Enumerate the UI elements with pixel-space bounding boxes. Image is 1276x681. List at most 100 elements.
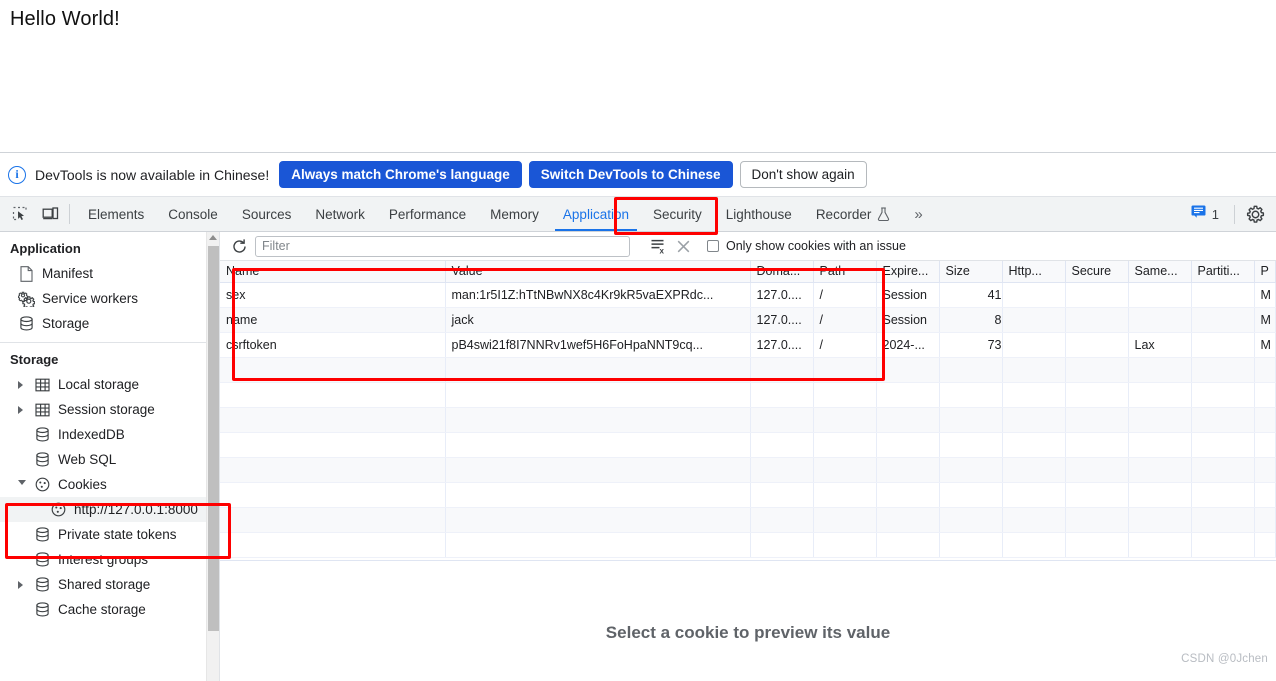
only-show-issues-label: Only show cookies with an issue bbox=[726, 239, 906, 253]
table-row[interactable]: name jack 127.0.... / Session 8 M bbox=[220, 307, 1275, 332]
issues-count: 1 bbox=[1212, 207, 1219, 222]
tab-recorder[interactable]: Recorder bbox=[804, 197, 903, 231]
sidebar-item-service-workers[interactable]: Service workers bbox=[0, 286, 219, 311]
sidebar-item-label: Service workers bbox=[42, 291, 138, 306]
cell-size: 73 bbox=[939, 332, 1002, 357]
table-row-empty bbox=[220, 507, 1275, 532]
issues-button[interactable]: 1 bbox=[1183, 205, 1227, 223]
clear-filters-icon[interactable]: x bbox=[646, 238, 671, 254]
cell-domain: 127.0.... bbox=[750, 307, 813, 332]
table-row-empty bbox=[220, 532, 1275, 557]
info-icon: i bbox=[8, 166, 26, 184]
svg-text:x: x bbox=[660, 246, 665, 254]
cell-priority: M bbox=[1254, 282, 1275, 307]
sidebar-item-manifest[interactable]: Manifest bbox=[0, 261, 219, 286]
more-tabs-button[interactable]: » bbox=[902, 197, 934, 231]
cell-path: / bbox=[813, 307, 876, 332]
tab-console[interactable]: Console bbox=[156, 197, 230, 231]
tabbar-right-actions: 1 bbox=[1183, 197, 1276, 231]
device-toolbar-icon[interactable] bbox=[35, 197, 65, 231]
tab-memory[interactable]: Memory bbox=[478, 197, 551, 231]
sidebar-item-shared-storage[interactable]: Shared storage bbox=[0, 572, 219, 597]
chevron-down-icon[interactable] bbox=[18, 472, 30, 497]
cookie-icon bbox=[50, 501, 67, 518]
column-header-value[interactable]: Value bbox=[445, 261, 750, 282]
toolbar-divider bbox=[69, 204, 70, 224]
refresh-icon[interactable] bbox=[228, 235, 250, 257]
column-header-samesite[interactable]: Same... bbox=[1128, 261, 1191, 282]
devtools-panel: i DevTools is now available in Chinese! … bbox=[0, 152, 1276, 671]
only-show-issues-checkbox[interactable]: Only show cookies with an issue bbox=[707, 239, 906, 253]
tab-security[interactable]: Security bbox=[641, 197, 714, 231]
tab-elements[interactable]: Elements bbox=[76, 197, 156, 231]
column-header-priority[interactable]: P bbox=[1254, 261, 1275, 282]
sidebar-item-cookies[interactable]: Cookies bbox=[0, 472, 219, 497]
column-header-httponly[interactable]: Http... bbox=[1002, 261, 1065, 282]
cell-size: 41 bbox=[939, 282, 1002, 307]
cell-name: name bbox=[220, 307, 445, 332]
inspect-element-icon[interactable] bbox=[5, 197, 35, 231]
sidebar-item-web-sql[interactable]: Web SQL bbox=[0, 447, 219, 472]
table-row-empty bbox=[220, 382, 1275, 407]
devtools-tab-bar: Elements Console Sources Network Perform… bbox=[0, 197, 1276, 232]
tabbar-divider bbox=[1234, 205, 1235, 224]
cell-samesite bbox=[1128, 307, 1191, 332]
sidebar-item-private-state-tokens[interactable]: Private state tokens bbox=[0, 522, 219, 547]
application-sidebar: Application Manifest bbox=[0, 232, 220, 681]
cookie-preview-pane: Select a cookie to preview its value bbox=[220, 560, 1276, 681]
table-grid-icon bbox=[34, 376, 51, 393]
sidebar-item-label: Storage bbox=[42, 316, 89, 331]
table-row-empty bbox=[220, 432, 1275, 457]
always-match-language-button[interactable]: Always match Chrome's language bbox=[279, 161, 522, 188]
issues-message-icon bbox=[1191, 205, 1206, 223]
cell-value: jack bbox=[445, 307, 750, 332]
watermark: CSDN @0Jchen bbox=[1181, 653, 1268, 665]
sidebar-item-session-storage[interactable]: Session storage bbox=[0, 397, 219, 422]
database-icon bbox=[18, 315, 35, 332]
chevron-right-icon[interactable] bbox=[18, 372, 30, 397]
chevron-right-icon[interactable] bbox=[18, 397, 30, 422]
table-row-empty bbox=[220, 482, 1275, 507]
cell-priority: M bbox=[1254, 307, 1275, 332]
table-row[interactable]: csrftoken pB4swi21f8I7NNRv1wef5H6FoHpaNN… bbox=[220, 332, 1275, 357]
cell-size: 8 bbox=[939, 307, 1002, 332]
column-header-secure[interactable]: Secure bbox=[1065, 261, 1128, 282]
sidebar-item-indexeddb[interactable]: IndexedDB bbox=[0, 422, 219, 447]
service-workers-gear-icon bbox=[18, 290, 35, 307]
column-header-name[interactable]: Name bbox=[220, 261, 445, 282]
dont-show-again-button[interactable]: Don't show again bbox=[740, 161, 867, 188]
clear-all-cookies-icon[interactable] bbox=[671, 239, 695, 254]
sidebar-item-label: Session storage bbox=[58, 402, 155, 417]
sidebar-item-local-storage[interactable]: Local storage bbox=[0, 372, 219, 397]
cell-domain: 127.0.... bbox=[750, 332, 813, 357]
rendered-page-content: Hello World! bbox=[0, 0, 1276, 152]
tab-sources[interactable]: Sources bbox=[230, 197, 304, 231]
cell-expires: 2024-... bbox=[876, 332, 939, 357]
tab-application[interactable]: Application bbox=[551, 197, 641, 231]
cookies-table-container[interactable]: Name Value Doma... Path Expire... Size H… bbox=[220, 261, 1276, 560]
tab-performance[interactable]: Performance bbox=[377, 197, 478, 231]
cell-value: man:1r5I1Z:hTtNBwNX8c4Kr9kR5vaEXPRdc... bbox=[445, 282, 750, 307]
sidebar-item-cookie-origin[interactable]: http://127.0.0.1:8000 bbox=[0, 497, 219, 522]
sidebar-item-interest-groups[interactable]: Interest groups bbox=[0, 547, 219, 572]
scroll-up-arrow-icon[interactable] bbox=[209, 235, 217, 240]
sidebar-item-storage[interactable]: Storage bbox=[0, 311, 219, 336]
cell-samesite bbox=[1128, 282, 1191, 307]
database-icon bbox=[34, 576, 51, 593]
column-header-expires[interactable]: Expire... bbox=[876, 261, 939, 282]
gear-icon[interactable] bbox=[1242, 205, 1269, 224]
table-row[interactable]: sex man:1r5I1Z:hTtNBwNX8c4Kr9kR5vaEXPRdc… bbox=[220, 282, 1275, 307]
chevron-right-icon[interactable] bbox=[18, 572, 30, 597]
column-header-path[interactable]: Path bbox=[813, 261, 876, 282]
scrollbar-thumb[interactable] bbox=[208, 246, 219, 631]
tab-network[interactable]: Network bbox=[303, 197, 377, 231]
sidebar-scrollbar[interactable] bbox=[206, 232, 219, 681]
column-header-size[interactable]: Size bbox=[939, 261, 1002, 282]
switch-devtools-language-button[interactable]: Switch DevTools to Chinese bbox=[529, 161, 733, 188]
filter-input[interactable] bbox=[255, 236, 630, 257]
column-header-domain[interactable]: Doma... bbox=[750, 261, 813, 282]
sidebar-item-cache-storage[interactable]: Cache storage bbox=[0, 597, 219, 622]
tab-lighthouse[interactable]: Lighthouse bbox=[714, 197, 804, 231]
checkbox-box[interactable] bbox=[707, 240, 719, 252]
column-header-partitionkey[interactable]: Partiti... bbox=[1191, 261, 1254, 282]
